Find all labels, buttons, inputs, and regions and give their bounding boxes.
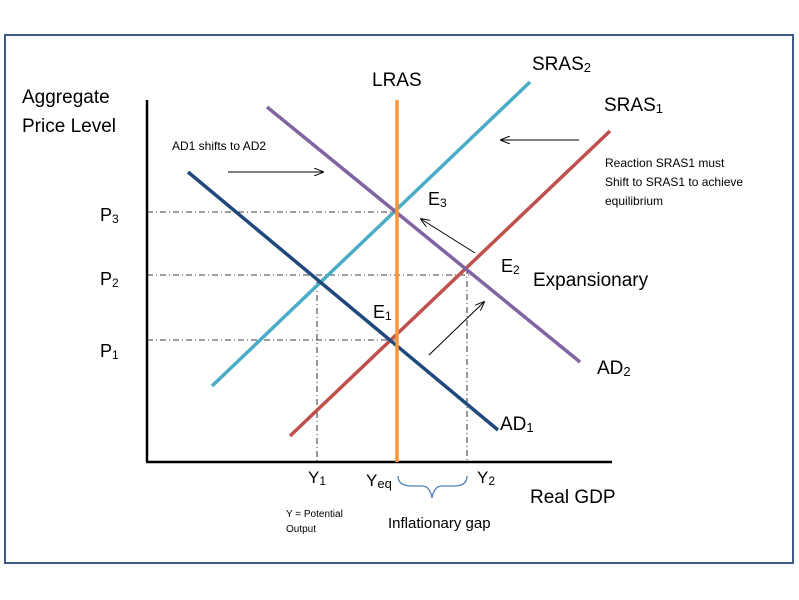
sras1-label: SRAS1 bbox=[604, 95, 663, 116]
inflationary-gap-label: Inflationary gap bbox=[388, 515, 491, 532]
y-axis-title-line2: Price Level bbox=[22, 116, 116, 137]
reaction-note-line3: equilibrium bbox=[605, 194, 663, 208]
ad2-label: AD2 bbox=[597, 358, 631, 379]
ad1-label: AD1 bbox=[500, 414, 534, 435]
y2-label: Y2 bbox=[477, 468, 495, 488]
reaction-note-line2: Shift to SRAS1 to achieve bbox=[605, 175, 743, 189]
ad-shift-note: AD1 shifts to AD2 bbox=[172, 139, 266, 153]
p1-label: P1 bbox=[100, 341, 119, 362]
reaction-note-line1: Reaction SRAS1 must bbox=[605, 156, 725, 170]
e2-label: E2 bbox=[501, 256, 520, 277]
inflationary-gap-brace bbox=[397, 475, 468, 499]
potential-note-line2: Output bbox=[286, 524, 316, 535]
x-axis-title: Real GDP bbox=[530, 487, 616, 508]
potential-note-line1: Y = Potential bbox=[286, 509, 343, 520]
e2-to-e3-arrow bbox=[421, 219, 476, 254]
ad1-curve bbox=[186, 170, 500, 432]
sras2-label: SRAS2 bbox=[532, 54, 591, 75]
p3-label: P3 bbox=[100, 205, 119, 226]
ad2-curve bbox=[265, 105, 582, 364]
yeq-label: Yeq bbox=[366, 471, 392, 491]
y-axis-title-line1: Aggregate bbox=[22, 87, 110, 108]
lras-label: LRAS bbox=[372, 70, 422, 91]
expansionary-label: Expansionary bbox=[533, 270, 649, 291]
e1-label: E1 bbox=[373, 302, 392, 323]
p2-label: P2 bbox=[100, 269, 119, 290]
ad-as-diagram: Aggregate Price Level Real GDP LRAS SRAS… bbox=[22, 54, 743, 535]
e1-to-e2-arrow bbox=[428, 302, 484, 356]
e3-label: E3 bbox=[428, 189, 447, 210]
y1-label: Y1 bbox=[308, 468, 326, 488]
